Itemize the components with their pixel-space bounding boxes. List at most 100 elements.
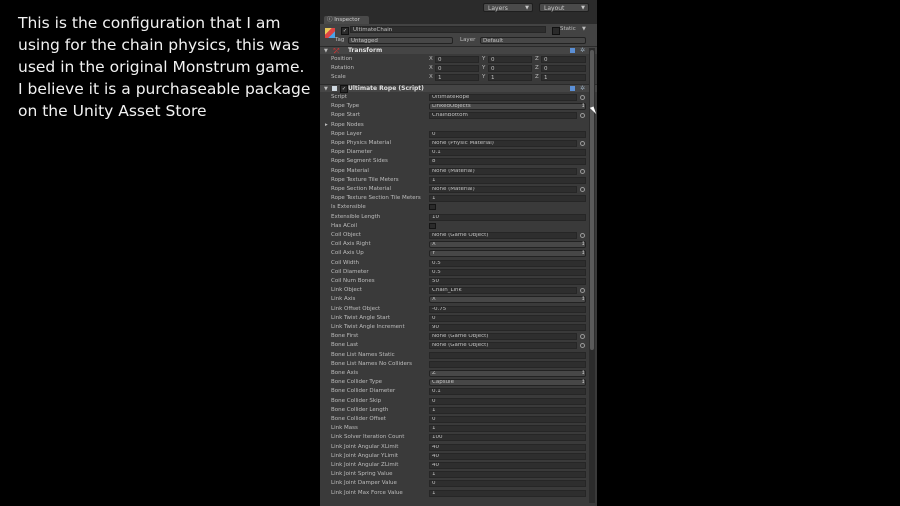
property-checkbox[interactable]: [429, 204, 436, 211]
help-book-icon[interactable]: [570, 48, 575, 53]
object-field[interactable]: None (Game Object): [429, 342, 577, 350]
object-field[interactable]: None (Physic Material): [429, 140, 577, 147]
property-input[interactable]: 100: [429, 434, 586, 442]
property-label: Link Joint Angular XLimit: [331, 443, 399, 450]
foldout-arrow-icon[interactable]: ▼: [324, 47, 328, 55]
property-label: Link Twist Angle Start: [331, 314, 391, 321]
property-row: Rope Nodes: [320, 121, 582, 130]
property-dropdown[interactable]: LinkedObjects: [429, 103, 586, 111]
property-input[interactable]: -0.75: [429, 305, 586, 313]
property-input[interactable]: 0: [429, 397, 586, 405]
scale-y-input[interactable]: 1: [488, 74, 532, 81]
property-row: Coil Axis Right X ↕: [320, 240, 586, 249]
object-picker-icon[interactable]: [580, 141, 585, 146]
object-picker-icon[interactable]: [580, 233, 585, 238]
object-picker-icon[interactable]: [580, 95, 585, 100]
component-enabled-checkbox[interactable]: ✓: [340, 85, 348, 93]
static-label: Static: [560, 26, 576, 32]
property-input[interactable]: 0: [429, 416, 586, 423]
property-dropdown[interactable]: Z: [429, 370, 586, 377]
position-label: Position: [331, 56, 353, 62]
caption-line: I believe it is a purchaseable package: [18, 80, 311, 98]
gameobject-name-input[interactable]: UltimateChain: [350, 26, 546, 33]
property-input[interactable]: 1: [429, 489, 586, 497]
static-checkbox[interactable]: [552, 27, 560, 35]
chevron-down-icon[interactable]: ▼: [582, 26, 586, 32]
property-input[interactable]: 0: [429, 130, 586, 138]
axis-z-label: Z: [535, 74, 539, 80]
property-row: Bone Axis Z ↕: [320, 369, 586, 378]
object-field[interactable]: ChainBottom: [429, 112, 577, 120]
property-row: Rope Type LinkedObjects ↕: [320, 102, 586, 111]
property-input[interactable]: 50: [429, 278, 586, 285]
property-input[interactable]: 40: [429, 443, 586, 451]
object-field[interactable]: None (Material): [429, 167, 577, 175]
property-label: Link Axis: [331, 296, 356, 303]
property-input[interactable]: 1: [429, 425, 586, 433]
property-input[interactable]: 0: [429, 480, 586, 488]
rotation-x-input[interactable]: 0: [435, 65, 479, 72]
property-label: Link Joint Max Force Value: [331, 489, 403, 496]
object-picker-icon[interactable]: [580, 187, 585, 192]
foldout-arrow-icon[interactable]: ▼: [324, 85, 328, 93]
property-dropdown[interactable]: Capsule: [429, 379, 586, 387]
active-checkbox[interactable]: ✓: [341, 27, 349, 35]
scale-x-input[interactable]: 1: [435, 74, 479, 81]
property-input[interactable]: 40: [429, 452, 586, 460]
property-label[interactable]: Rope Nodes: [325, 122, 364, 128]
object-picker-icon[interactable]: [580, 168, 585, 174]
scale-z-input[interactable]: 1: [541, 74, 586, 81]
property-input[interactable]: 0.5: [429, 259, 586, 267]
layout-dropdown[interactable]: Layout ▼: [539, 3, 589, 12]
transform-component-header[interactable]: ▼ ⤱ Transform ✲: [320, 46, 597, 55]
property-dropdown[interactable]: Y: [429, 250, 586, 258]
object-field[interactable]: UltimateRope: [429, 94, 577, 101]
tag-dropdown[interactable]: Untagged: [348, 37, 453, 44]
layers-dropdown[interactable]: Layers ▼: [483, 3, 533, 12]
object-picker-icon[interactable]: [580, 343, 585, 349]
object-picker-icon[interactable]: [580, 113, 585, 119]
position-z-input[interactable]: 0: [541, 56, 586, 63]
rotation-z-input[interactable]: 0: [541, 65, 586, 72]
property-input[interactable]: 0.1: [429, 388, 586, 396]
property-checkbox[interactable]: [429, 222, 436, 229]
property-dropdown[interactable]: X: [429, 241, 586, 249]
layer-dropdown[interactable]: Default: [480, 37, 586, 44]
property-input[interactable]: 8: [429, 158, 586, 166]
property-input[interactable]: 0: [429, 314, 586, 322]
property-input[interactable]: 1: [429, 195, 586, 203]
object-picker-icon[interactable]: [580, 334, 585, 340]
tab-inspector[interactable]: ⓘ Inspector: [324, 16, 369, 24]
gear-icon[interactable]: ✲: [580, 47, 585, 55]
axis-x-label: X: [429, 56, 433, 62]
help-book-icon[interactable]: [570, 86, 575, 91]
position-x-input[interactable]: 0: [435, 56, 479, 63]
rotation-y-input[interactable]: 0: [488, 65, 532, 72]
transform-title: Transform: [348, 47, 383, 54]
property-row: Link Joint Angular YLimit 40: [320, 452, 586, 461]
property-row: Rope Texture Tile Meters 1: [320, 176, 586, 185]
property-input[interactable]: 0.1: [429, 149, 586, 157]
position-y-input[interactable]: 0: [488, 56, 532, 63]
property-input[interactable]: 1: [429, 176, 586, 184]
object-field[interactable]: Chain_Link: [429, 287, 577, 295]
property-input[interactable]: 40: [429, 462, 586, 469]
property-input[interactable]: [429, 360, 586, 368]
property-input[interactable]: 1: [429, 406, 586, 414]
property-input[interactable]: 10: [429, 213, 586, 221]
property-row: Bone Collider Type Capsule ↕: [320, 378, 586, 387]
property-input[interactable]: 0.5: [429, 268, 586, 276]
object-field[interactable]: None (Game Object): [429, 232, 577, 239]
property-dropdown[interactable]: X: [429, 296, 586, 304]
gear-icon[interactable]: ✲: [580, 85, 585, 93]
property-input[interactable]: 90: [429, 324, 586, 331]
object-picker-icon[interactable]: [580, 288, 585, 294]
object-field[interactable]: None (Game Object): [429, 333, 577, 341]
property-label: Coil Axis Up: [331, 250, 364, 257]
scrollbar-thumb[interactable]: [590, 50, 594, 350]
property-row: Bone Collider Skip 0: [320, 397, 586, 406]
property-input[interactable]: [429, 351, 586, 359]
object-field[interactable]: None (Material): [429, 186, 577, 193]
ultimate-rope-component-header[interactable]: ▼ ✓ Ultimate Rope (Script) ✲: [320, 84, 597, 93]
property-input[interactable]: 1: [429, 471, 586, 479]
